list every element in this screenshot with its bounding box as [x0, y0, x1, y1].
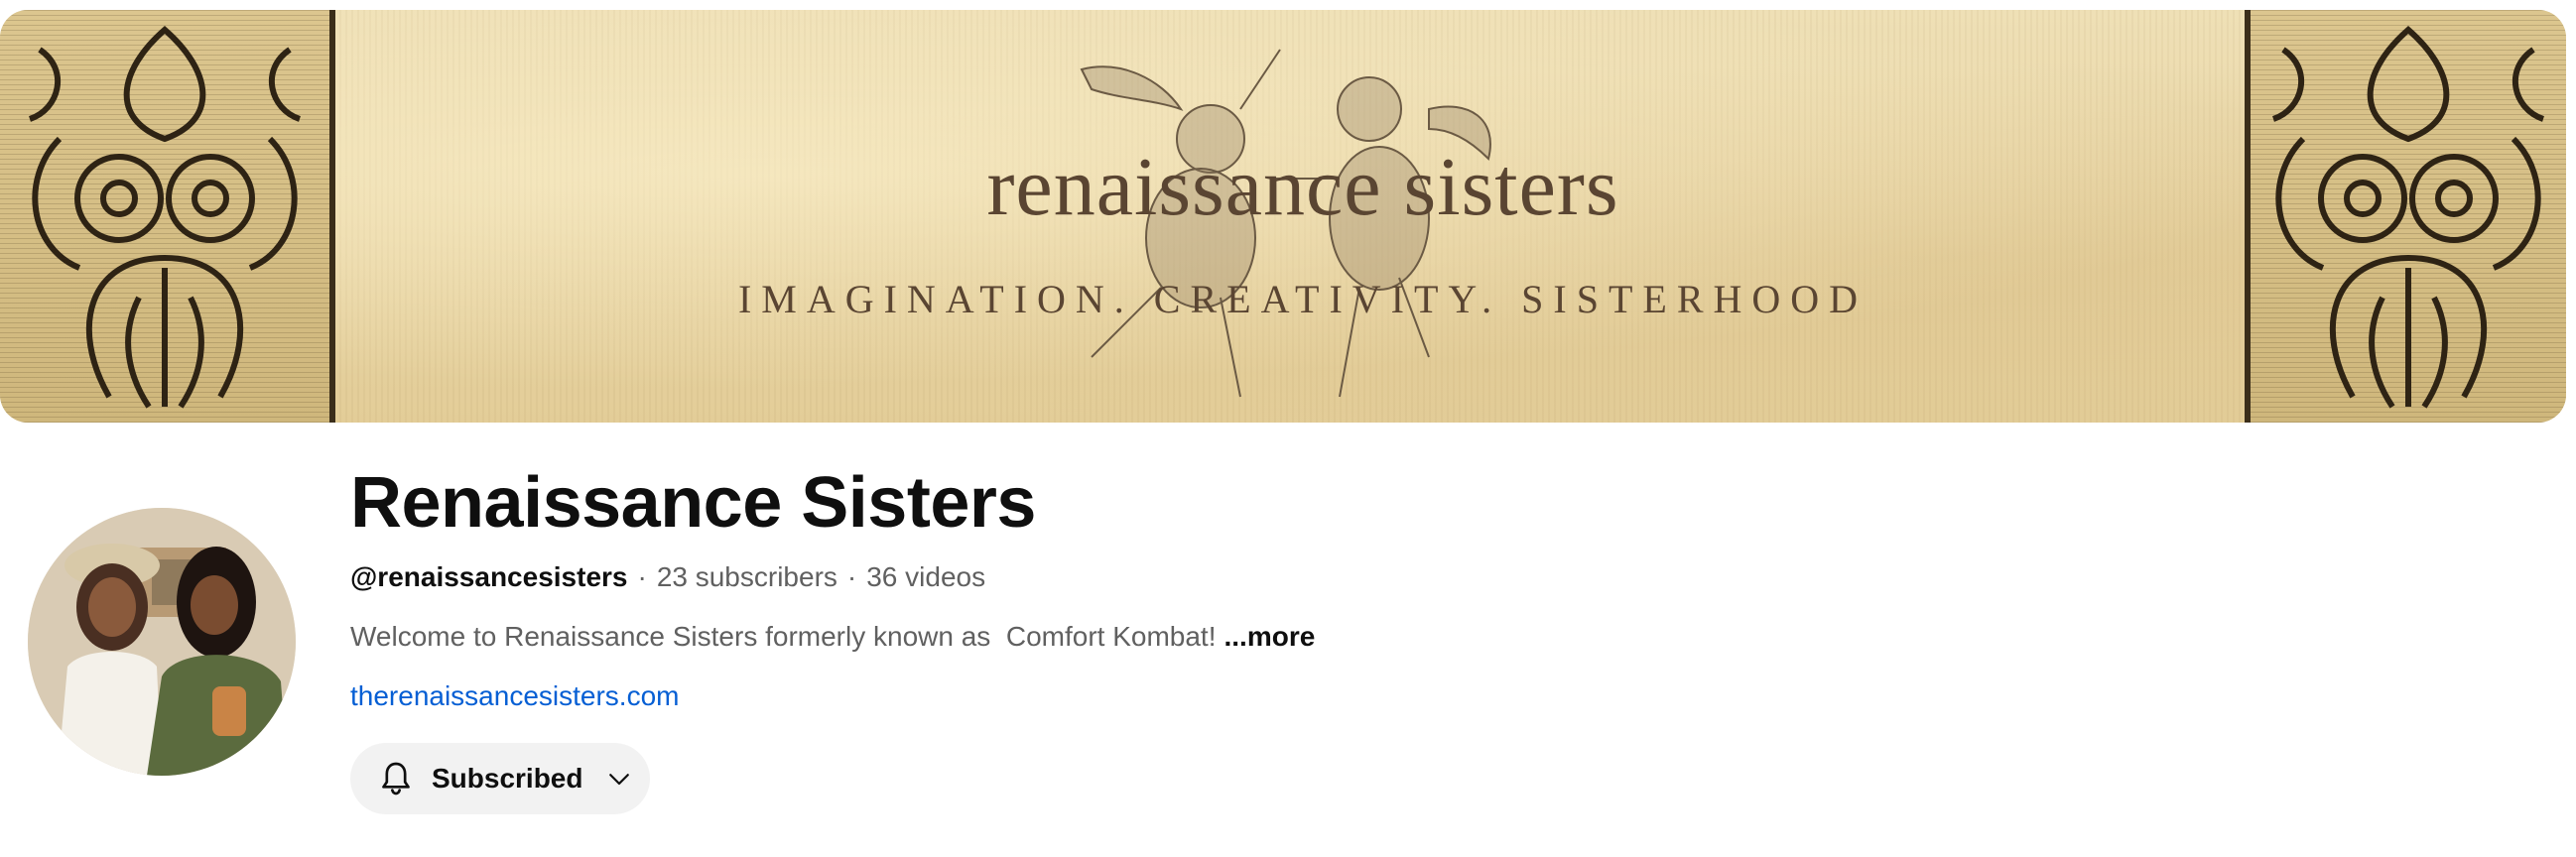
meta-separator: · [846, 561, 857, 592]
bell-icon [382, 762, 410, 796]
avatar-photo-icon [28, 508, 296, 776]
banner-tagline: IMAGINATION. CREATIVITY. SISTERHOOD [737, 277, 1868, 321]
chevron-down-icon [609, 774, 630, 786]
channel-banner: renaissance sisters IMAGINATION. CREATIV… [0, 10, 2566, 423]
meta-separator: · [637, 561, 647, 592]
subscribed-button[interactable]: Subscribed [350, 743, 650, 814]
subscribed-label: Subscribed [432, 763, 583, 794]
floral-ornament-icon [2271, 26, 2545, 409]
channel-name: Renaissance Sisters [350, 463, 1036, 543]
ornament-panel-right [2245, 10, 2566, 423]
subscriber-count: 23 subscribers [656, 561, 837, 592]
channel-meta: @renaissancesisters · 23 subscribers · 36 vi… [350, 561, 985, 593]
channel-website-link[interactable]: therenaissancesisters.com [350, 680, 679, 712]
banner-title: renaissance sisters [986, 141, 1619, 233]
description-text: Welcome to Renaissance Sisters formerly … [350, 621, 1217, 652]
more-link[interactable]: ...more [1224, 621, 1315, 652]
channel-handle[interactable]: @renaissancesisters [350, 561, 627, 592]
video-count: 36 videos [866, 561, 986, 592]
channel-avatar[interactable] [28, 508, 296, 776]
channel-description[interactable]: Welcome to Renaissance Sisters formerly … [350, 621, 1315, 653]
